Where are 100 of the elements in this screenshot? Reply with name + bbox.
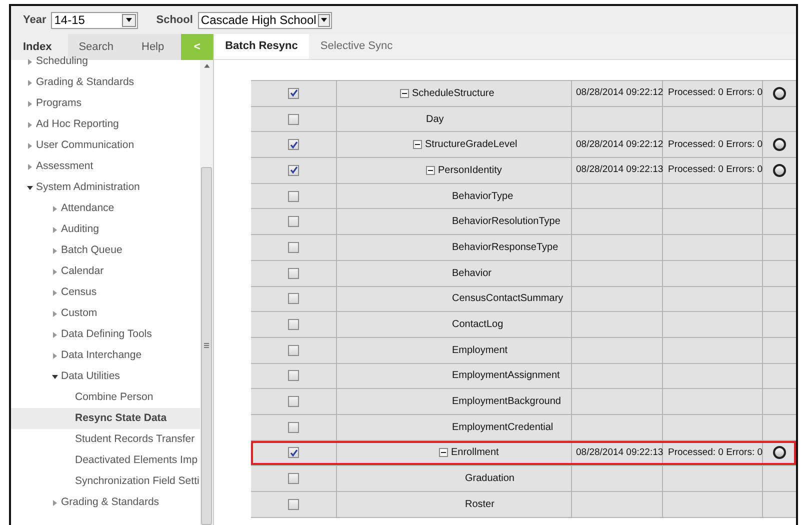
table-cell-text: Processed: 0 Errors: 0 [668, 446, 763, 460]
table-row[interactable]: BehaviorResponseType [251, 235, 796, 261]
sidebar-item[interactable]: Student Records Transfer [11, 429, 200, 450]
checkbox[interactable] [288, 88, 299, 99]
sidebar-item[interactable]: User Communication [11, 135, 200, 156]
checkmark-icon [290, 166, 298, 174]
caret-right-icon[interactable] [27, 142, 33, 148]
sidebar-item[interactable]: Census [11, 282, 200, 303]
sidebar-item[interactable]: Data Interchange [11, 345, 200, 366]
caret-right-icon[interactable] [52, 226, 58, 232]
checkbox[interactable] [288, 293, 299, 304]
sidebar-item[interactable]: Batch Queue [11, 240, 200, 261]
sidebar-item[interactable]: System Administration [11, 177, 200, 198]
table-row[interactable]: EmploymentAssignment [251, 364, 796, 390]
sidebar-item[interactable]: Resync State Data [11, 408, 200, 429]
sidebar-item[interactable]: Data Utilities [11, 366, 200, 387]
caret-right-icon[interactable] [52, 248, 58, 254]
sidebar-item[interactable]: Calendar [11, 261, 200, 282]
scrollbar[interactable] [200, 60, 213, 525]
table-cell-text: Day [426, 112, 444, 127]
table-row[interactable]: BehaviorResolutionType [251, 209, 796, 236]
checkbox[interactable] [288, 190, 299, 202]
school-dropdown[interactable]: Cascade High School [198, 12, 332, 28]
table-cell-text: EmploymentBackground [452, 395, 561, 410]
checkbox[interactable] [288, 473, 299, 484]
table-row[interactable]: Day [251, 106, 796, 132]
table-row[interactable]: Employment [251, 338, 796, 364]
sidebar-item[interactable]: Ad Hoc Reporting [11, 114, 200, 135]
checkbox[interactable] [288, 268, 299, 279]
scroll-up-icon[interactable] [204, 64, 210, 68]
table-row[interactable]: ScheduleStructure 08/28/2014 09:22:12 Processed: 0 Errors: 0 [251, 81, 796, 107]
caret-right-icon[interactable] [27, 164, 33, 170]
checkbox[interactable] [288, 319, 299, 330]
sidebar-item[interactable]: Attendance [11, 198, 200, 219]
table-row[interactable]: ContactLog [251, 312, 796, 338]
dropdown-arrow-icon [321, 18, 328, 22]
checkbox[interactable] [288, 216, 299, 228]
table-row[interactable]: CensusContactSummary [251, 286, 796, 312]
collapse-icon[interactable] [413, 140, 422, 150]
table-cell-text: Roster [465, 498, 494, 512]
caret-right-icon[interactable] [52, 500, 58, 506]
sidebar-item[interactable]: Combine Person [11, 387, 200, 408]
caret-down-icon[interactable] [27, 184, 33, 190]
year-label: Year [23, 12, 46, 28]
table-cell-text: ContactLog [452, 318, 504, 332]
checkbox[interactable] [288, 498, 299, 510]
table-row[interactable]: EmploymentBackground [251, 389, 796, 415]
tab[interactable]: Batch Resync [214, 34, 309, 59]
table-cell-text: EmploymentCredential [452, 420, 554, 435]
caret-right-icon[interactable] [27, 122, 33, 128]
checkmark-icon [290, 89, 298, 98]
checkbox[interactable] [288, 139, 299, 150]
checkbox[interactable] [288, 396, 299, 408]
checkbox[interactable] [288, 370, 299, 382]
sidebar-item[interactable]: Grading & Standards [11, 72, 200, 93]
table-row[interactable]: Enrollment 08/28/2014 09:22:13 Processed: 0 Errors: 0 [251, 440, 796, 466]
caret-down-icon[interactable] [52, 374, 58, 380]
caret-right-icon[interactable] [52, 268, 58, 274]
caret-right-icon[interactable] [27, 80, 33, 86]
checkbox[interactable] [288, 344, 299, 356]
table-row[interactable]: BehaviorType [251, 184, 796, 210]
sidebar-item[interactable]: Deactivated Elements Imp [11, 450, 200, 471]
sidebar-item[interactable]: Synchronization Field Setti [11, 471, 200, 492]
table-row[interactable]: EmploymentCredential [251, 414, 796, 441]
table-row[interactable]: PersonIdentity 08/28/2014 09:22:13 Processed: 0 Errors: 0 [251, 158, 796, 184]
table-row[interactable]: StructureGradeLevel 08/28/2014 09:22:12 Processed: 0 Errors: 0 [251, 132, 796, 158]
caret-right-icon[interactable] [52, 352, 58, 358]
table-row[interactable]: Roster [251, 492, 796, 518]
table-cell-text: Employment [452, 344, 508, 358]
caret-right-icon[interactable] [27, 100, 33, 106]
table-row[interactable]: Graduation [251, 466, 796, 492]
caret-right-icon[interactable] [52, 206, 58, 212]
checkbox[interactable] [288, 447, 299, 458]
checkbox[interactable] [288, 422, 299, 433]
collapse-icon[interactable] [439, 448, 448, 458]
grip-icon [204, 343, 209, 348]
sidebar-item[interactable]: Custom [11, 303, 200, 324]
checkbox[interactable] [288, 242, 299, 253]
caret-right-icon[interactable] [52, 310, 58, 316]
collapse-icon[interactable] [400, 88, 409, 98]
sidebar-tab[interactable]: Help [124, 34, 182, 60]
year-dropdown[interactable]: 14-15 [51, 12, 138, 28]
table-cell-text: 08/28/2014 09:22:13 [576, 163, 664, 178]
collapse-icon[interactable] [426, 166, 435, 175]
table-cell-text: BehaviorResolutionType [452, 215, 560, 230]
sidebar-item[interactable]: Programs [11, 93, 200, 114]
caret-right-icon[interactable] [52, 332, 58, 338]
table-cell-text: Behavior [452, 266, 492, 281]
checkbox[interactable] [288, 164, 299, 176]
sidebar-item[interactable]: Data Defining Tools [11, 324, 200, 345]
table-cell-text: Enrollment [451, 446, 499, 460]
sidebar-item[interactable]: Assessment [11, 156, 200, 177]
table-cell-text: PersonIdentity [438, 164, 502, 178]
checkbox[interactable] [288, 114, 299, 125]
sidebar-item[interactable]: Grading & Standards [11, 492, 200, 513]
table-cell-text: Processed: 0 Errors: 0 [668, 163, 763, 178]
table-row[interactable]: Behavior [251, 260, 796, 286]
caret-right-icon[interactable] [52, 290, 58, 296]
tab[interactable]: Selective Sync [309, 34, 404, 59]
sidebar-item[interactable]: Auditing [11, 219, 200, 240]
